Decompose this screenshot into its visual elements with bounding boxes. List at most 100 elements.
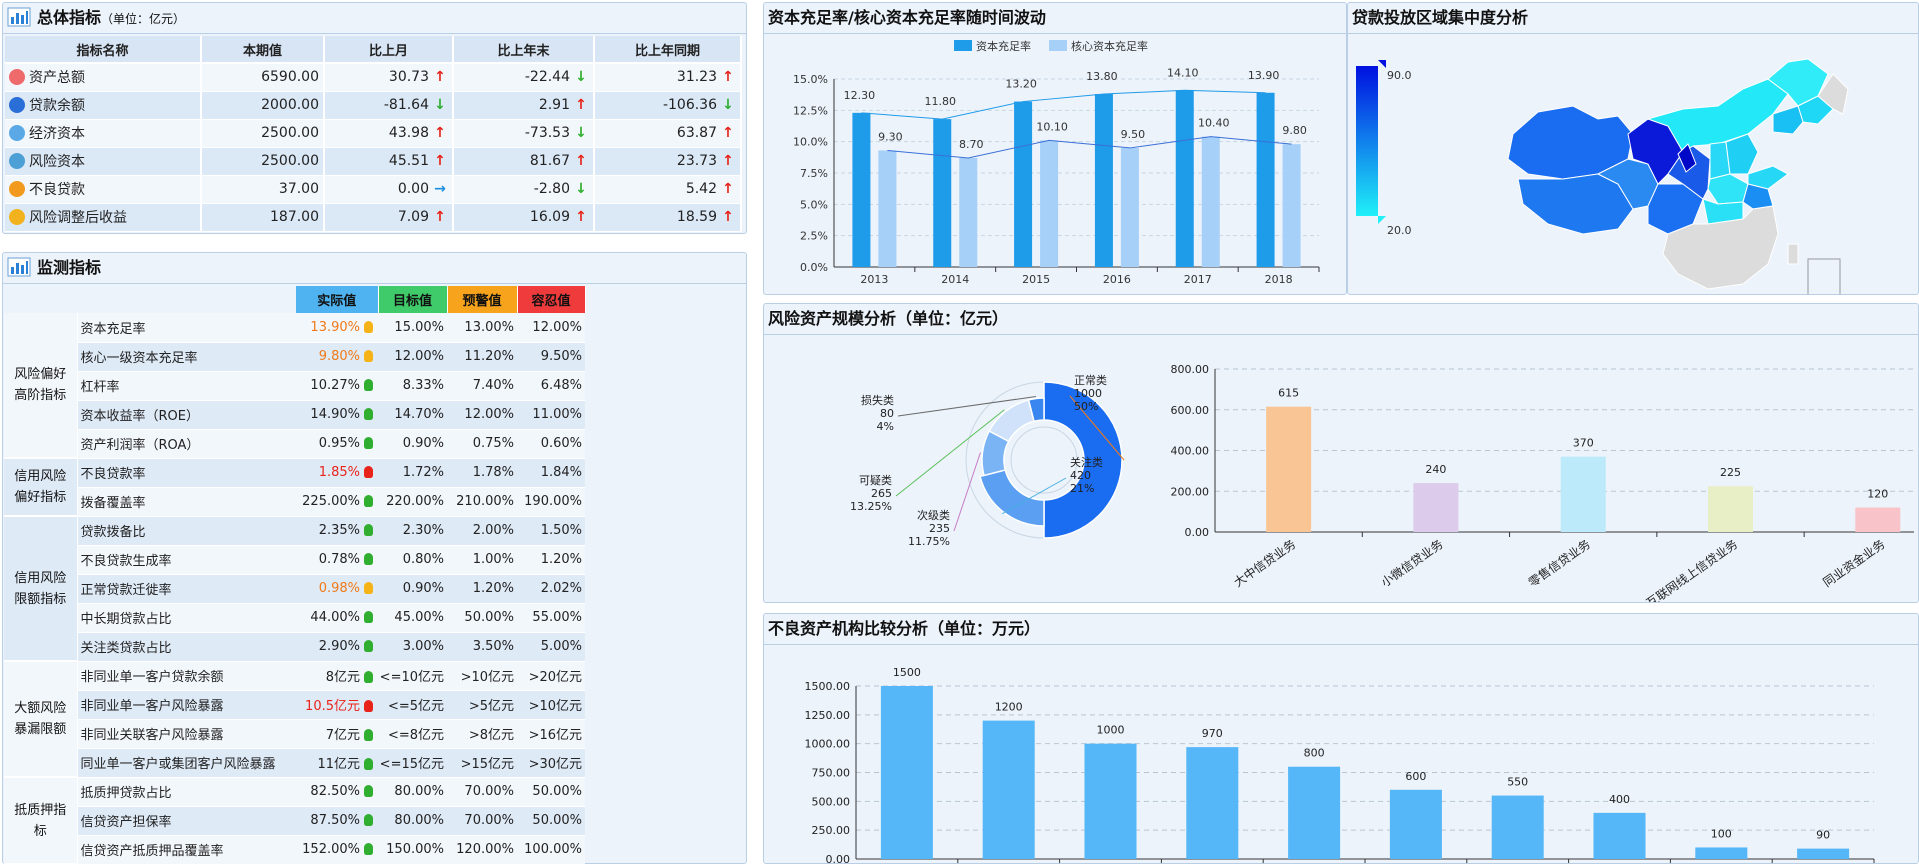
monitor-warn: 1.20% <box>447 574 517 604</box>
bar-湖北分行[interactable] <box>1491 795 1544 859</box>
data-label: 120 <box>1867 488 1888 501</box>
overall-row[interactable]: 风险资本 2500.00 45.51 ↑ 81.67 ↑ 23.73 ↑ <box>5 147 742 176</box>
monitor-row[interactable]: 核心一级资本充足率 9.80% 12.00% 11.20% 9.50% <box>4 342 585 372</box>
monitor-row[interactable]: 风险偏好高阶指标 资本充足率 13.90% 15.00% 13.00% 12.00% <box>4 313 585 459</box>
overall-row[interactable]: 经济资本 2500.00 43.98 ↑ -73.53 ↓ 63.87 ↑ <box>5 119 742 148</box>
bar-北京分行[interactable] <box>880 686 933 859</box>
monitor-header-0[interactable]: 实际值 <box>296 286 379 313</box>
monitor-header-3[interactable]: 容忍值 <box>517 286 586 313</box>
monitor-tolerance: 1.84% <box>517 458 585 488</box>
arrow-up-icon: ↑ <box>434 69 446 86</box>
map-legend-bar <box>1356 66 1378 216</box>
bar-同业资金业务[interactable] <box>1855 507 1901 532</box>
donut-label: 11.75% <box>908 535 950 548</box>
bar-核心资本充足率[interactable] <box>878 150 897 267</box>
monitor-header-1[interactable]: 目标值 <box>378 286 448 313</box>
bar-山西分行[interactable] <box>1593 812 1646 859</box>
monitor-row[interactable]: 信用风险偏好指标 不良贷款率 1.85% 1.72% 1.78% 1.84% <box>4 458 585 517</box>
donut-slice-关注类[interactable] <box>979 469 1045 527</box>
overall-name: 贷款余额 <box>29 98 85 114</box>
bar-浙江分行[interactable] <box>1389 789 1442 859</box>
overall-header-2[interactable]: 比上月 <box>324 36 454 64</box>
overall-row[interactable]: 风险调整后收益 187.00 7.09 ↑ 16.09 ↑ 18.59 ↑ <box>5 203 742 232</box>
riskassets-title: 风险资产规模分析（单位：亿元） <box>764 304 1918 335</box>
monitor-row[interactable]: 拨备覆盖率 225.00% 220.00% 210.00% 190.00% <box>4 487 585 517</box>
monitor-row[interactable]: 信用风险限额指标 贷款拨备比 2.35% 2.30% 2.00% 1.50% <box>4 516 585 662</box>
monitor-row[interactable]: 信贷资产担保率 87.50% 80.00% 70.00% 50.00% <box>4 806 585 836</box>
monitor-warn: >5亿元 <box>447 690 517 720</box>
overall-header-1[interactable]: 本期值 <box>201 36 325 64</box>
bar-河南分行[interactable] <box>1797 848 1850 859</box>
data-label: 1200 <box>995 701 1023 714</box>
overall-yoy-cell: -106.36 ↓ <box>594 91 742 120</box>
monitor-row[interactable]: 同业单一客户或集团客户风险暴露 11亿元 <=15亿元 >15亿元 >30亿元 <box>4 748 585 778</box>
bar-江苏分行[interactable] <box>1186 747 1239 859</box>
monitor-tolerance: 5.00% <box>517 632 585 662</box>
bar-河北分行[interactable] <box>1288 766 1341 859</box>
monitor-actual: 7亿元 <box>325 728 360 743</box>
overall-header-0[interactable]: 指标名称 <box>5 36 202 64</box>
bar-资本充足率[interactable] <box>1256 92 1275 267</box>
monitor-actual: 225.00% <box>302 494 360 509</box>
overall-name: 资产总额 <box>29 70 85 87</box>
monitor-name: 抵质押贷款占比 <box>77 777 296 807</box>
monitor-group-label: 信用风险偏好指标 <box>4 458 78 517</box>
bar-资本充足率[interactable] <box>933 119 952 268</box>
bar-零售信贷业务[interactable] <box>1560 456 1606 532</box>
bar-资本充足率[interactable] <box>852 112 871 267</box>
monitor-name: 关注类贷款占比 <box>77 632 296 662</box>
bar-资本充足率[interactable] <box>1175 90 1194 267</box>
monitor-row[interactable]: 非同业关联客户风险暴露 7亿元 <=8亿元 >8亿元 >16亿元 <box>4 719 585 749</box>
overall-row[interactable]: 贷款余额 2000.00 -81.64 ↓ 2.91 ↑ -106.36 ↓ <box>5 91 742 120</box>
monitor-header-2[interactable]: 预警值 <box>447 286 518 313</box>
bar-小微信贷业务[interactable] <box>1413 483 1459 532</box>
monitor-row[interactable]: 资本收益率（ROE） 14.90% 14.70% 12.00% 11.00% <box>4 400 585 430</box>
legend-label[interactable]: 核心资本充足率 <box>1071 39 1148 53</box>
bar-核心资本充足率[interactable] <box>1282 144 1301 267</box>
legend-swatch[interactable] <box>1049 40 1067 51</box>
monitor-target: <=15亿元 <box>378 748 447 778</box>
bar-大中信贷业务[interactable] <box>1266 406 1312 532</box>
donut-slice-可疑类[interactable] <box>988 399 1035 443</box>
data-label: 10.40 <box>1198 117 1230 130</box>
donut-label: 关注类 <box>1070 455 1103 469</box>
overall-row[interactable]: 资产总额 6590.00 30.73 ↑ -22.44 ↓ 31.23 ↑ <box>5 63 742 92</box>
overall-current: 2500.00 <box>201 147 325 176</box>
donut-label: 21% <box>1070 482 1094 495</box>
monitor-warn: 210.00% <box>447 487 517 517</box>
monitor-row[interactable]: 中长期贷款占比 44.00% 45.00% 50.00% 55.00% <box>4 603 585 633</box>
monitor-row[interactable]: 资产利润率（ROA） 0.95% 0.90% 0.75% 0.60% <box>4 429 585 459</box>
bar-核心资本充足率[interactable] <box>959 157 978 267</box>
overall-header-3[interactable]: 比上年末 <box>453 36 595 64</box>
monitor-row[interactable]: 信贷资产抵质押品覆盖率 152.00% 150.00% 120.00% 100.00% <box>4 835 585 865</box>
monitor-table: 实际值 目标值 预警值 容忍值 风险偏好高阶指标 资本充足率 13.90% 15.00% 13… <box>4 286 586 865</box>
bar-核心资本充足率[interactable] <box>1201 136 1220 267</box>
status-bulb-icon <box>364 408 373 420</box>
bar-天津分行[interactable] <box>1084 743 1137 859</box>
overall-header-4[interactable]: 比上年同期 <box>594 36 742 64</box>
legend-label[interactable]: 资本充足率 <box>976 39 1031 53</box>
bar-核心资本充足率[interactable] <box>1040 140 1059 267</box>
bar-资本充足率[interactable] <box>1014 101 1033 267</box>
monitor-warn: 1.78% <box>447 458 517 488</box>
bar-核心资本充足率[interactable] <box>1120 147 1139 267</box>
bar-安徽分行[interactable] <box>1695 847 1748 859</box>
bar-上海分行[interactable] <box>982 720 1035 859</box>
arrow-down-icon: ↓ <box>575 69 587 86</box>
monitor-row[interactable]: 杠杆率 10.27% 8.33% 7.40% 6.48% <box>4 371 585 401</box>
bar-资本充足率[interactable] <box>1094 94 1113 267</box>
monitor-row[interactable]: 不良贷款生成率 0.78% 0.80% 1.00% 1.20% <box>4 545 585 575</box>
monitor-warn: >8亿元 <box>447 719 517 749</box>
monitor-row[interactable]: 正常贷款迁徙率 0.98% 0.90% 1.20% 2.02% <box>4 574 585 604</box>
overall-ytd: 81.67 <box>529 153 570 169</box>
overall-row[interactable]: 不良贷款 37.00 0.00 → -2.80 ↓ 5.42 ↑ <box>5 175 742 204</box>
monitor-row[interactable]: 非同业单一客户风险暴露 10.5亿元 <=5亿元 >5亿元 >10亿元 <box>4 690 585 720</box>
monitor-group-label: 抵质押指标 <box>4 777 78 865</box>
map-legend-handle-bottom[interactable] <box>1378 216 1386 224</box>
map-legend-handle-top[interactable] <box>1378 60 1386 68</box>
monitor-row[interactable]: 关注类贷款占比 2.90% 3.00% 3.50% 5.00% <box>4 632 585 662</box>
monitor-row[interactable]: 抵质押指标 抵质押贷款占比 82.50% 80.00% 70.00% 50.00% <box>4 777 585 865</box>
bar-互联网线上信贷业务[interactable] <box>1708 486 1753 532</box>
legend-swatch[interactable] <box>954 40 972 51</box>
monitor-row[interactable]: 大额风险暴漏限额 非同业单一客户贷款余额 8亿元 <=10亿元 >10亿元 >20亿元 <box>4 661 585 778</box>
